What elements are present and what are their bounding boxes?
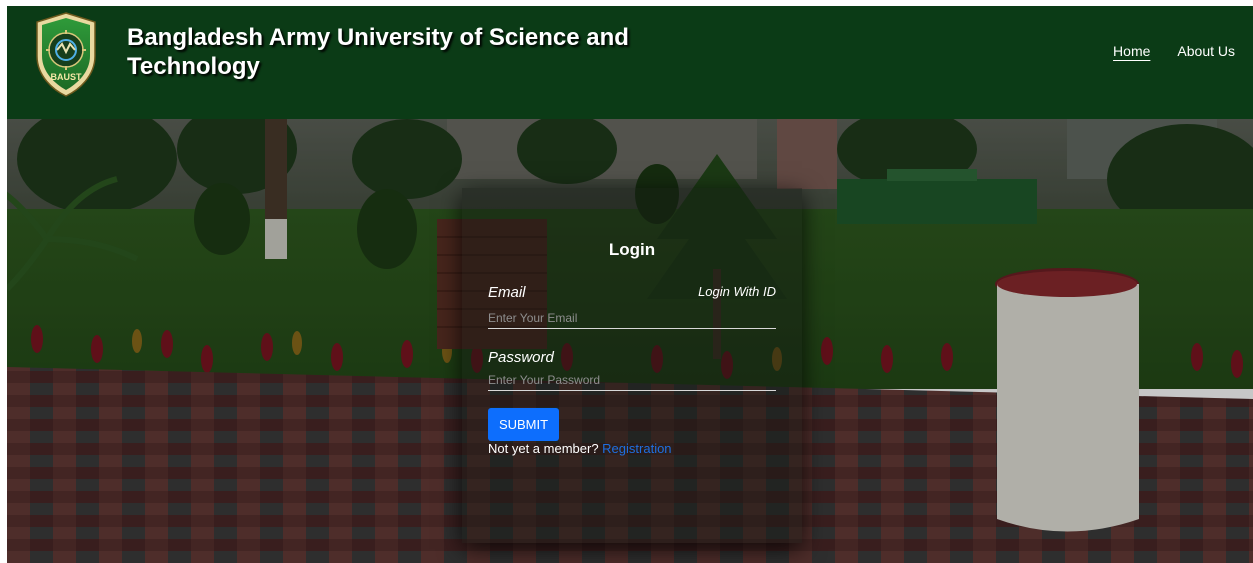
main-nav: Home About Us xyxy=(1113,43,1235,59)
member-prompt-text: Not yet a member? xyxy=(488,441,599,456)
login-form-card: Login Email Login With ID Password SUBMI… xyxy=(462,188,802,543)
university-logo[interactable]: BAUST xyxy=(29,10,103,98)
hero-section: Login Email Login With ID Password SUBMI… xyxy=(7,119,1253,563)
nav-about-link[interactable]: About Us xyxy=(1177,43,1235,59)
login-with-id-link[interactable]: Login With ID xyxy=(698,284,776,299)
login-title: Login xyxy=(608,240,656,259)
logo-text: BAUST xyxy=(51,72,83,82)
submit-button[interactable]: SUBMIT xyxy=(488,408,559,441)
site-title: Bangladesh Army University of Science an… xyxy=(127,24,629,80)
page: BAUST Bangladesh Army University of Scie… xyxy=(7,6,1253,563)
password-input[interactable] xyxy=(488,369,776,391)
nav-home-link[interactable]: Home xyxy=(1113,43,1150,59)
email-label: Email xyxy=(488,284,526,301)
registration-prompt: Not yet a member? Registration xyxy=(488,441,672,456)
email-input[interactable] xyxy=(488,307,776,329)
registration-link[interactable]: Registration xyxy=(602,441,671,456)
password-label: Password xyxy=(488,349,554,366)
site-header: BAUST Bangladesh Army University of Scie… xyxy=(7,6,1253,119)
